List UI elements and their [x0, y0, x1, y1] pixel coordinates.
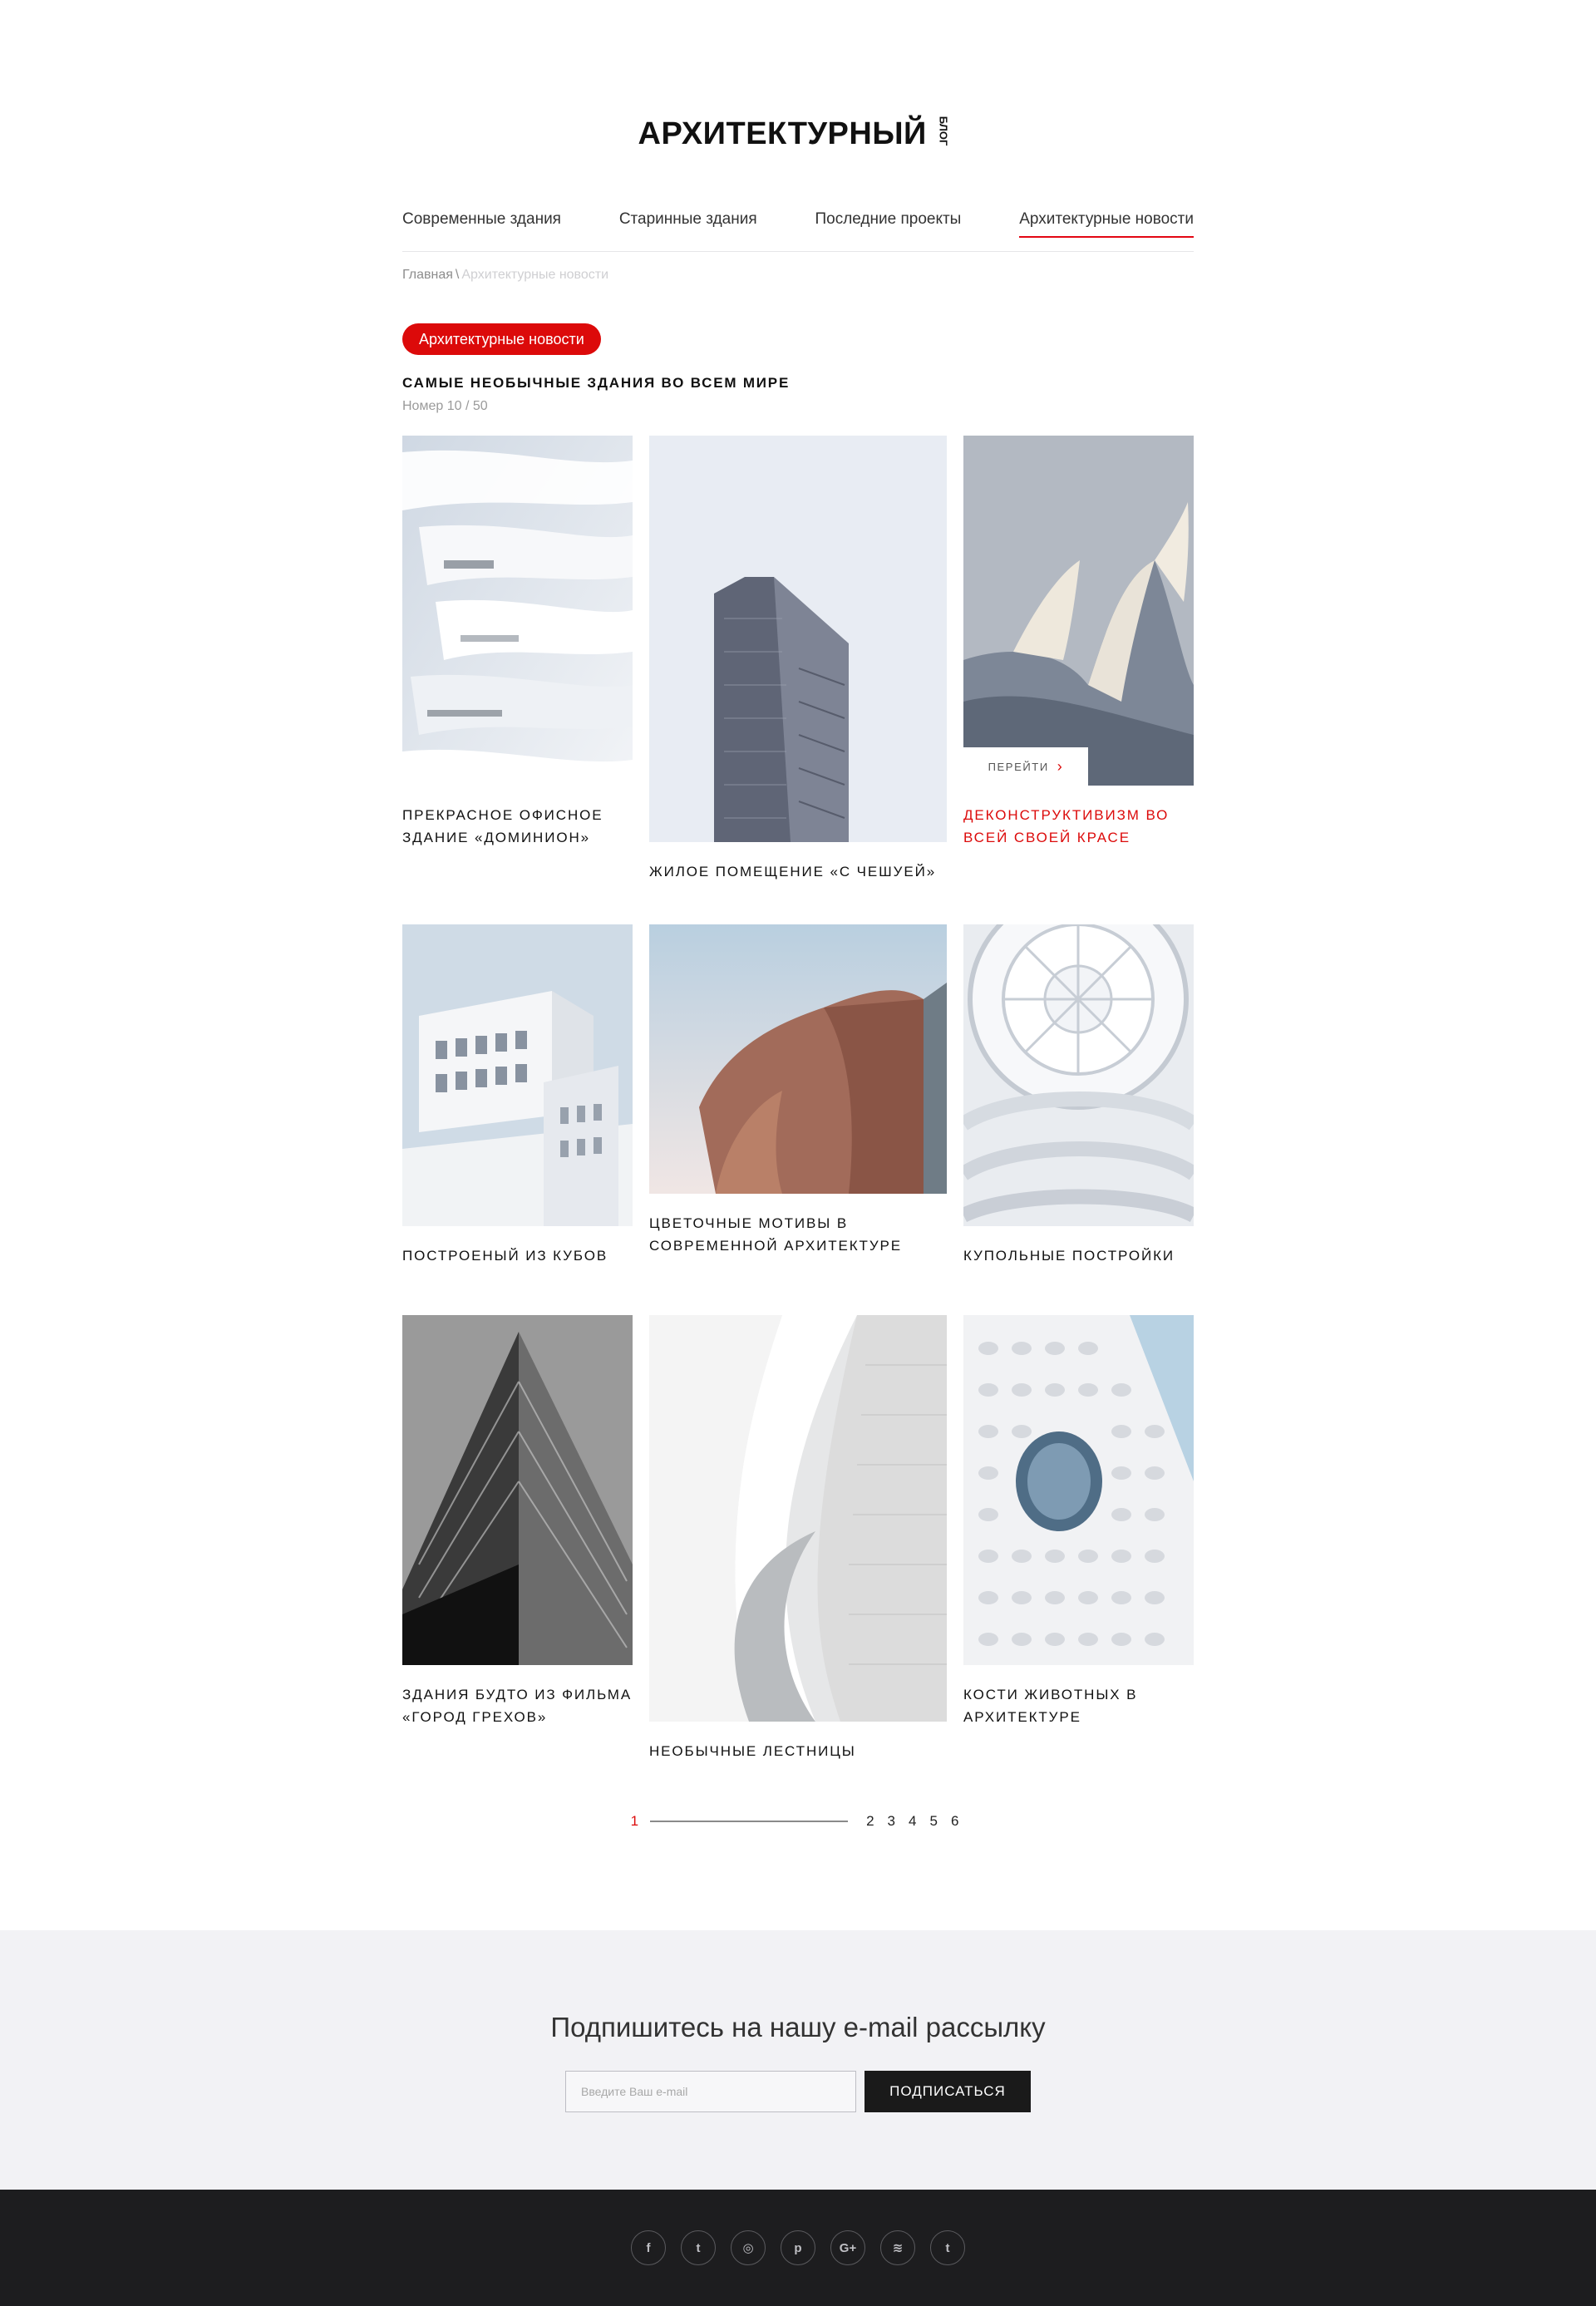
card-caption[interactable]: Цветочные мотивы в современной архитекту… [649, 1212, 947, 1257]
site-logo[interactable]: АРХИТЕКТУРНЫЙ БЛОГ [0, 116, 1596, 152]
dome-interior-image[interactable] [963, 924, 1194, 1226]
spotify-icon[interactable]: ≋ [880, 2230, 915, 2265]
pagination: 1 2 3 4 5 6 [402, 1809, 1194, 1834]
twitter-icon[interactable]: t [681, 2230, 716, 2265]
nav-item-old[interactable]: Старинные здания [619, 210, 757, 251]
article-card[interactable]: Построеный из кубов [402, 924, 633, 1267]
article-card[interactable]: Прекрасное офисное здание «Доминион» [402, 436, 633, 849]
page-current[interactable]: 1 [631, 1813, 638, 1830]
breadcrumb: Главная \ Архитектурные новости [402, 268, 1194, 283]
page-link[interactable]: 3 [888, 1813, 895, 1830]
page-link[interactable]: 5 [929, 1813, 937, 1830]
nav-item-modern[interactable]: Современные здания [402, 210, 561, 251]
cube-building-image[interactable] [402, 924, 633, 1226]
flower-building-image[interactable] [649, 924, 947, 1194]
newsletter-title: Подпишитесь на нашу e-mail рассылку [550, 2012, 1046, 2042]
issue-number: Номер 10 / 50 [402, 399, 488, 413]
card-caption[interactable]: Необычные лестницы [649, 1740, 947, 1762]
card-caption[interactable]: Жилое помещение «С чешуей» [649, 860, 947, 883]
bw-skyscraper-image[interactable] [402, 1315, 633, 1665]
card-caption[interactable]: Здания будто из фильма «Город грехов» [402, 1683, 633, 1728]
goto-label: ПЕРЕЙТИ [988, 760, 1049, 773]
google-plus-icon[interactable]: G+ [830, 2230, 865, 2265]
pinterest-icon[interactable]: p [781, 2230, 815, 2265]
article-card[interactable]: Необычные лестницы [649, 1315, 947, 1762]
card-caption[interactable]: Построеный из кубов [402, 1244, 633, 1267]
chevron-right-icon: › [1057, 757, 1064, 775]
email-field[interactable]: Введите Ваш e-mail [565, 2071, 856, 2112]
opera-shells-image[interactable]: ПЕРЕЙТИ › [963, 436, 1194, 786]
goto-button[interactable]: ПЕРЕЙТИ › [963, 747, 1088, 786]
instagram-icon[interactable]: ◎ [731, 2230, 766, 2265]
nav-item-projects[interactable]: Последние проекты [815, 210, 961, 251]
breadcrumb-home[interactable]: Главная [402, 268, 453, 282]
newsletter-section: Подпишитесь на нашу e-mail рассылку Введ… [0, 1930, 1596, 2190]
article-card[interactable]: Жилое помещение «С чешуей» [649, 436, 947, 883]
page-link[interactable]: 6 [951, 1813, 958, 1830]
article-card[interactable]: Кости животных в архитектуре [963, 1315, 1194, 1728]
page-link[interactable]: 4 [909, 1813, 916, 1830]
footer: f t ◎ p G+ ≋ t [0, 2190, 1596, 2306]
nav-item-news[interactable]: Архитектурные новости [1019, 210, 1194, 251]
breadcrumb-current: Архитектурные новости [461, 268, 609, 282]
article-card[interactable]: ПЕРЕЙТИ › Деконструктивизм во всей своей… [963, 436, 1194, 849]
spiral-staircase-image[interactable] [649, 1315, 947, 1722]
breadcrumb-separator: \ [455, 268, 460, 282]
logo-subtitle: БЛОГ [937, 116, 950, 146]
facebook-icon[interactable]: f [631, 2230, 666, 2265]
article-card[interactable]: Купольные постройки [963, 924, 1194, 1267]
article-card[interactable]: Цветочные мотивы в современной архитекту… [649, 924, 947, 1257]
main-nav: Современные здания Старинные здания Посл… [402, 210, 1194, 252]
card-caption[interactable]: Деконструктивизм во всей своей красе [963, 804, 1194, 849]
category-tag[interactable]: Архитектурные новости [402, 323, 601, 355]
tumblr-icon[interactable]: t [930, 2230, 965, 2265]
logo-title: АРХИТЕКТУРНЫЙ [638, 116, 927, 151]
page-link[interactable]: 2 [866, 1813, 874, 1830]
card-caption[interactable]: Купольные постройки [963, 1244, 1194, 1267]
card-caption[interactable]: Кости животных в архитектуре [963, 1683, 1194, 1728]
article-card[interactable]: Здания будто из фильма «Город грехов» [402, 1315, 633, 1728]
spiral-balconies-image[interactable] [402, 436, 633, 786]
tower-image[interactable] [649, 436, 947, 842]
pagination-line [650, 1821, 849, 1822]
subscribe-button[interactable]: ПОДПИСАТЬСЯ [864, 2071, 1031, 2112]
page-title: САМЫЕ НЕОБЫЧНЫЕ ЗДАНИЯ ВО ВСЕМ МИРЕ [402, 375, 791, 391]
honeycomb-facade-image[interactable] [963, 1315, 1194, 1665]
card-caption[interactable]: Прекрасное офисное здание «Доминион» [402, 804, 633, 849]
